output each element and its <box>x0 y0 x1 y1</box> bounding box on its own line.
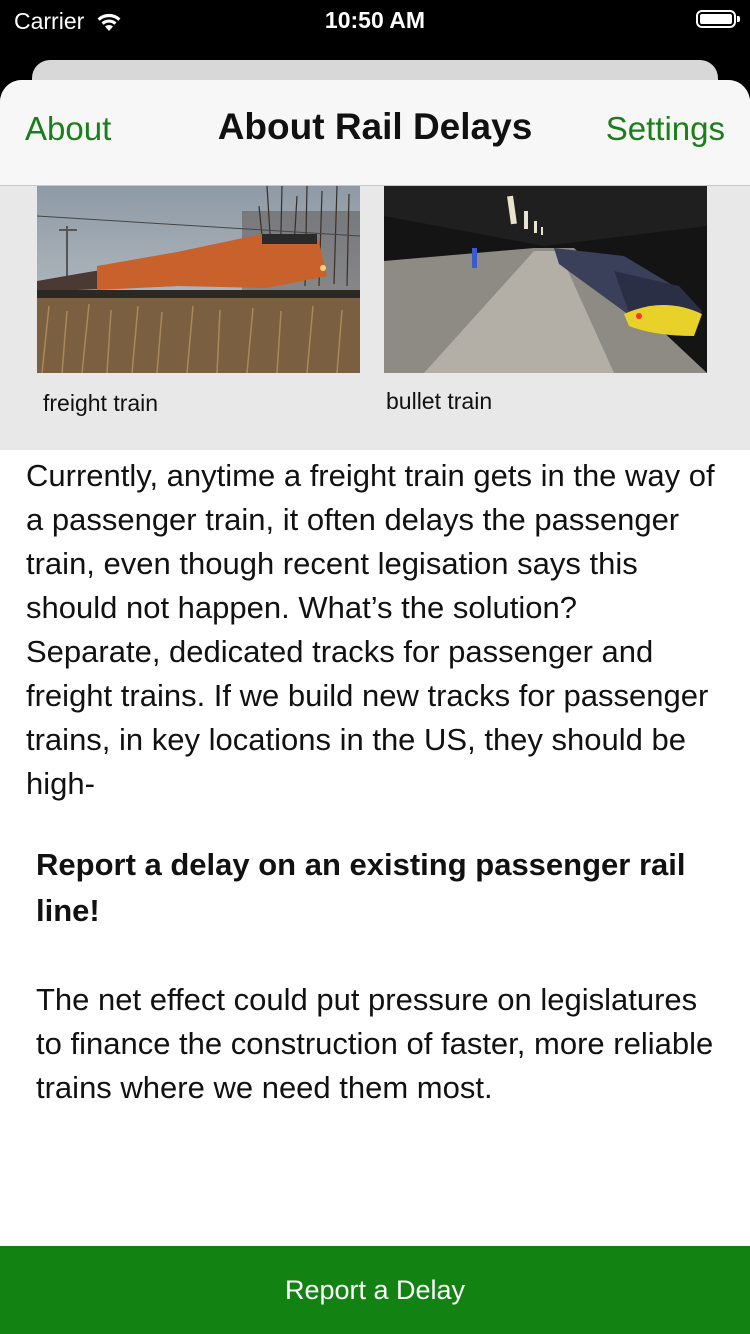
battery-icon <box>696 10 740 28</box>
settings-button[interactable]: Settings <box>606 110 725 148</box>
bullet-train-caption: bullet train <box>386 388 493 414</box>
modal-sheet: About About Rail Delays Settings freight… <box>0 80 750 1334</box>
report-delay-button[interactable]: Report a Delay <box>0 1246 750 1334</box>
body-paragraph: Currently, anytime a freight train gets … <box>26 458 715 801</box>
freight-train-photo <box>37 186 360 373</box>
status-bar: Carrier 10:50 AM <box>0 0 750 42</box>
report-description: The net effect could put pressure on leg… <box>36 982 714 1105</box>
report-heading: Report a delay on an existing passenger … <box>36 847 686 928</box>
navigation-bar: About About Rail Delays Settings <box>0 80 750 186</box>
photo-gallery: freight train bullet train <box>0 186 750 450</box>
bullet-train-photo <box>384 186 707 373</box>
status-time: 10:50 AM <box>324 7 426 33</box>
freight-train-caption: freight train <box>43 390 159 416</box>
